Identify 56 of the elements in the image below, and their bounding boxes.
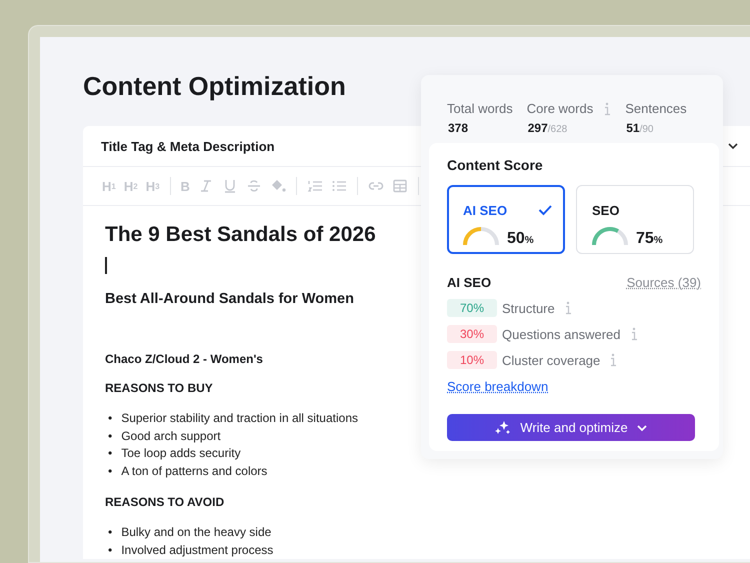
list-item: Toe loop adds security: [121, 445, 241, 462]
stat-label: Total words: [447, 101, 513, 116]
score-tab[interactable]: AI SEO 50%: [447, 185, 565, 254]
table-icon: [392, 178, 408, 194]
paint-bucket-icon: [270, 178, 286, 194]
list-item: Good arch support: [121, 428, 221, 444]
article-heading: The 9 Best Sandals of 2026: [105, 223, 376, 247]
stat-label: Sentences: [625, 101, 687, 116]
text-cursor: [105, 257, 106, 274]
metric-label: Cluster coverage: [502, 352, 600, 368]
bold-button[interactable]: B: [178, 176, 193, 196]
bulleted-list-icon: [330, 178, 347, 194]
product-heading: Chaco Z/Cloud 2 - Women's: [105, 352, 263, 366]
score-tab[interactable]: SEO 75%: [576, 185, 694, 254]
stat-value: 297: [528, 121, 548, 135]
score-title: Content Score: [447, 157, 544, 173]
page-title: Content Optimization: [83, 70, 347, 102]
score-value: 75%: [636, 230, 663, 248]
list-heading: REASONS TO BUY: [105, 381, 213, 395]
stat-target: /90: [640, 124, 654, 135]
stat-value: 51: [626, 121, 640, 135]
bullet: •: [108, 462, 112, 480]
bullet: •: [108, 445, 112, 462]
list-item: A ton of patterns and colors: [121, 462, 268, 480]
info-icon: [603, 102, 612, 116]
check-icon: [538, 204, 552, 216]
sparkles-icon: [494, 420, 512, 436]
list-heading: REASONS TO AVOID: [105, 495, 224, 509]
stat-value: 378: [448, 121, 468, 135]
percent-badge: 10%: [447, 351, 497, 369]
metric-label: Questions answered: [502, 326, 621, 342]
sources-link[interactable]: Sources (39): [626, 275, 701, 290]
stat-target: /628: [548, 124, 568, 135]
percent-badge: 30%: [447, 325, 497, 343]
info-icon: [564, 301, 572, 315]
info-icon: [630, 327, 638, 341]
bullet: •: [108, 542, 112, 558]
strikethrough-icon: [246, 178, 262, 194]
section-heading: Best All-Around Sandals for Women: [105, 291, 354, 307]
info-icon: [609, 353, 618, 367]
percent-badge: 70%: [447, 299, 497, 317]
bullet: •: [108, 428, 112, 444]
list-item: Superior stability and traction in all situations: [121, 410, 358, 427]
metric-label: Structure: [502, 300, 555, 316]
stat-label: Core words: [526, 101, 594, 116]
write-and-optimize-button[interactable]: Write and optimize: [447, 414, 695, 441]
bullet: •: [108, 524, 112, 541]
score-breakdown-link[interactable]: Score breakdown: [447, 379, 548, 394]
score-value: 50%: [507, 230, 534, 248]
chevron-down-icon: [636, 422, 648, 432]
section-title: AI SEO: [447, 275, 492, 290]
section-title: Title Tag & Meta Description: [101, 138, 276, 154]
list-item: Involved adjustment process: [121, 542, 274, 558]
bullet: •: [108, 410, 112, 427]
list-item: Bulky and on the heavy side: [121, 524, 272, 541]
numbered-list-icon: [306, 178, 323, 194]
